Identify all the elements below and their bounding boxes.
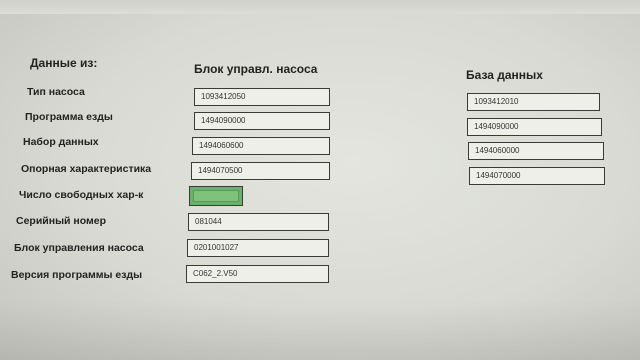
row-label-reference-characteristic: Опорная характеристика (21, 163, 152, 175)
control-unit-header: Блок управл. насоса (194, 62, 318, 76)
data-from-header: Данные из: (30, 56, 98, 70)
control-unit-reference-characteristic-field[interactable]: 1494070500 (191, 162, 330, 180)
bottom-shade (0, 300, 640, 360)
database-header: База данных (466, 68, 543, 82)
row-label-serial-number: Серийный номер (16, 215, 107, 227)
row-label-free-characteristics: Число свободных хар-к (19, 189, 144, 201)
row-label-drive-program: Программа езды (25, 111, 113, 123)
database-reference-characteristic-field[interactable]: 1494070000 (469, 167, 605, 185)
top-border (0, 0, 640, 14)
row-label-pump-type: Тип насоса (27, 86, 85, 98)
pump-data-screen: Данные из: Блок управл. насоса База данн… (0, 0, 640, 360)
database-drive-program-field[interactable]: 1494090000 (467, 118, 602, 136)
control-unit-pump-type-field[interactable]: 1093412050 (194, 88, 330, 106)
control-unit-drive-program-version-field[interactable]: C062_2.V50 (186, 265, 329, 283)
row-label-pump-control-unit: Блок управления насоса (14, 242, 144, 254)
row-label-drive-program-version: Версия программы езды (11, 269, 143, 281)
control-unit-pump-control-unit-field[interactable]: 0201001027 (187, 239, 329, 257)
row-label-data-set: Набор данных (23, 136, 99, 148)
control-unit-serial-number-field[interactable]: 081044 (188, 213, 329, 231)
database-pump-type-field[interactable]: 1093412010 (467, 93, 600, 111)
control-unit-drive-program-field[interactable]: 1494090000 (194, 112, 330, 130)
database-data-set-field[interactable]: 1494060000 (468, 142, 604, 160)
free-characteristics-indicator (189, 186, 243, 206)
control-unit-data-set-field[interactable]: 1494060600 (192, 137, 330, 155)
